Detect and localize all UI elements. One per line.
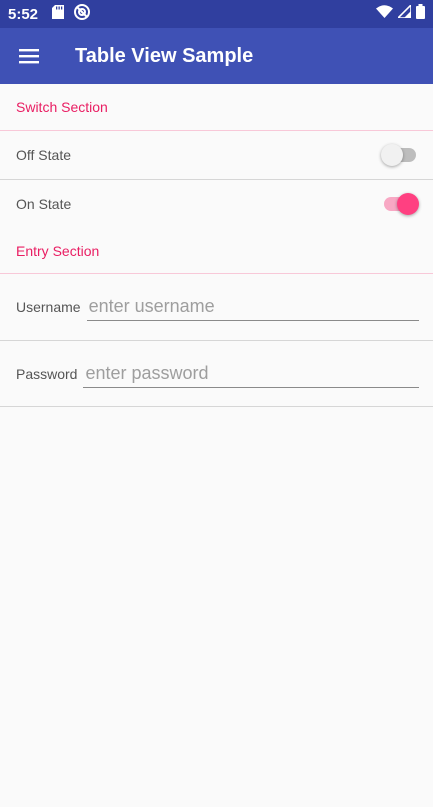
sync-icon xyxy=(74,3,91,25)
switch-thumb xyxy=(397,193,419,215)
entry-row-password: Password xyxy=(0,341,433,407)
sd-card-icon xyxy=(52,4,65,24)
switch-thumb xyxy=(381,144,403,166)
wifi-icon xyxy=(376,5,393,23)
section-header-switch: Switch Section xyxy=(0,84,433,130)
menu-button[interactable] xyxy=(0,28,58,84)
username-label: Username xyxy=(16,299,81,315)
password-input[interactable] xyxy=(83,360,419,388)
switch-label: On State xyxy=(16,196,72,212)
divider xyxy=(0,406,433,407)
section-header-entry: Entry Section xyxy=(0,228,433,274)
status-bar: 5:52 xyxy=(0,0,433,28)
password-label: Password xyxy=(16,366,78,382)
username-input[interactable] xyxy=(86,293,419,321)
switch-label: Off State xyxy=(16,147,71,163)
entry-row-username: Username xyxy=(0,274,433,340)
switch-row-on[interactable]: On State xyxy=(0,180,433,228)
status-time: 5:52 xyxy=(8,5,39,23)
toggle-switch-off[interactable] xyxy=(381,143,419,167)
signal-icon xyxy=(396,3,412,23)
page-title: Table View Sample xyxy=(75,44,254,67)
app-bar: Table View Sample xyxy=(0,28,433,84)
switch-row-off[interactable]: Off State xyxy=(0,131,433,179)
hamburger-menu-icon xyxy=(19,49,39,64)
section-title: Entry Section xyxy=(16,243,100,259)
toggle-switch-on[interactable] xyxy=(381,192,419,216)
section-title: Switch Section xyxy=(16,99,108,115)
battery-icon xyxy=(416,4,425,24)
